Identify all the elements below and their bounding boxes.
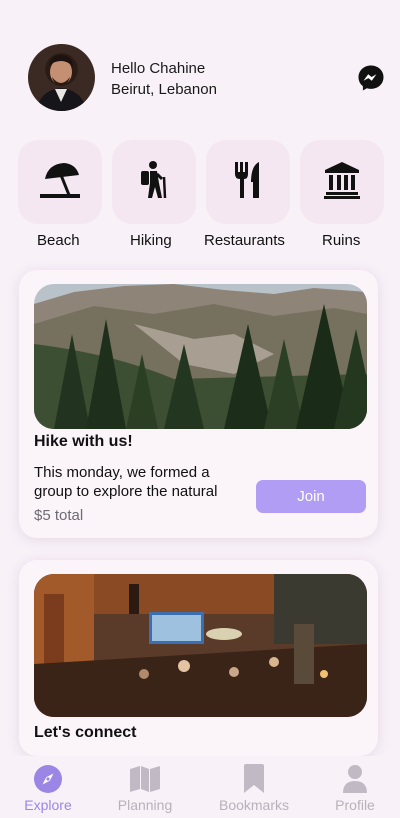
- person-icon: [310, 762, 400, 796]
- category-label: Ruins: [322, 232, 361, 249]
- tab-bookmarks[interactable]: Bookmarks: [209, 762, 299, 813]
- tab-explore[interactable]: Explore: [3, 762, 93, 813]
- compass-icon: [3, 762, 93, 796]
- event-price: $5 total: [34, 507, 84, 524]
- landmark-icon: [324, 161, 360, 204]
- bottom-tab-bar: Explore Planning Bookmarks Profile: [0, 756, 400, 818]
- event-description: This monday, we formed a group to explor…: [34, 464, 218, 500]
- category-restaurants[interactable]: Restaurants: [204, 140, 290, 249]
- category-tile[interactable]: [18, 140, 102, 224]
- category-label: Hiking: [130, 232, 172, 249]
- utensils-icon: [232, 160, 264, 205]
- tab-label: Bookmarks: [218, 797, 290, 813]
- tab-label: Planning: [117, 797, 173, 813]
- event-card[interactable]: Hike with us! This monday, we formed a g…: [19, 270, 378, 538]
- event-card[interactable]: Let's connect: [19, 560, 378, 756]
- greeting-name: Hello Chahine: [111, 60, 206, 77]
- event-photo: [34, 284, 367, 429]
- messenger-icon[interactable]: [357, 64, 385, 92]
- hiker-icon: [138, 160, 170, 205]
- bookmark-icon: [209, 762, 299, 796]
- category-tile[interactable]: [206, 140, 290, 224]
- tab-planning[interactable]: Planning: [100, 762, 190, 813]
- tab-label: Explore: [24, 797, 72, 813]
- map-icon: [100, 762, 190, 796]
- greeting-text: Hello Chahine Beirut, Lebanon: [111, 58, 217, 100]
- join-button[interactable]: Join: [256, 480, 366, 513]
- category-row: Beach Hiking Restaurants Ruins: [18, 140, 388, 250]
- category-tile[interactable]: [112, 140, 196, 224]
- event-title: Let's connect: [34, 724, 137, 741]
- tab-label: Profile: [335, 797, 375, 813]
- category-label: Restaurants: [204, 232, 285, 249]
- category-ruins[interactable]: Ruins: [300, 140, 384, 249]
- category-tile[interactable]: [300, 140, 384, 224]
- category-hiking[interactable]: Hiking: [112, 140, 196, 249]
- category-label: Beach: [37, 232, 80, 249]
- beach-umbrella-icon: [38, 160, 82, 205]
- event-photo: [34, 574, 367, 717]
- profile-header: Hello Chahine Beirut, Lebanon: [28, 44, 388, 112]
- avatar[interactable]: [28, 44, 95, 111]
- user-location: Beirut, Lebanon: [111, 81, 217, 98]
- tab-profile[interactable]: Profile: [310, 762, 400, 813]
- event-title: Hike with us!: [34, 433, 133, 450]
- category-beach[interactable]: Beach: [18, 140, 102, 249]
